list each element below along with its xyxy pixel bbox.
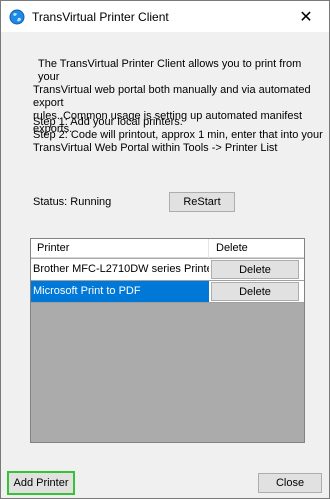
description-line: The TransVirtual Printer Client allows y… [38,58,302,83]
delete-button[interactable]: Delete [211,282,299,301]
step-line: Step 2: Code will printout, approx 1 min… [33,129,323,141]
add-printer-button[interactable]: Add Printer [7,471,75,495]
restart-button[interactable]: ReStart [169,192,235,212]
table-row[interactable]: Brother MFC-L2710DW series Printer Delet… [31,259,304,281]
description-line: TransVirtual web portal both manually an… [33,84,311,109]
status-label: Status: Running [33,196,112,208]
close-button[interactable]: Close [258,473,322,493]
delete-button[interactable]: Delete [211,260,299,279]
printer-name-cell[interactable]: Microsoft Print to PDF [31,281,209,302]
title-bar[interactable]: TransVirtual Printer Client ✕ [1,1,329,32]
column-header-printer[interactable]: Printer [31,239,209,258]
globe-icon [9,9,25,25]
steps-text: Step 1: Add your local printers. Step 2:… [33,116,323,155]
window-title: TransVirtual Printer Client [32,10,169,24]
delete-cell: Delete [209,281,304,302]
table-row[interactable]: Microsoft Print to PDF Delete [31,281,304,303]
printer-client-window: TransVirtual Printer Client ✕ The TransV… [0,0,330,499]
step-line: TransVirtual Web Portal within Tools -> … [33,142,278,154]
printer-grid[interactable]: Printer Delete Brother MFC-L2710DW serie… [30,238,305,443]
grid-header: Printer Delete [31,239,304,258]
column-header-delete[interactable]: Delete [209,239,304,258]
delete-cell: Delete [209,259,304,280]
close-icon[interactable]: ✕ [283,1,329,32]
printer-name-cell[interactable]: Brother MFC-L2710DW series Printer [31,259,209,280]
step-line: Step 1: Add your local printers. [33,116,183,128]
